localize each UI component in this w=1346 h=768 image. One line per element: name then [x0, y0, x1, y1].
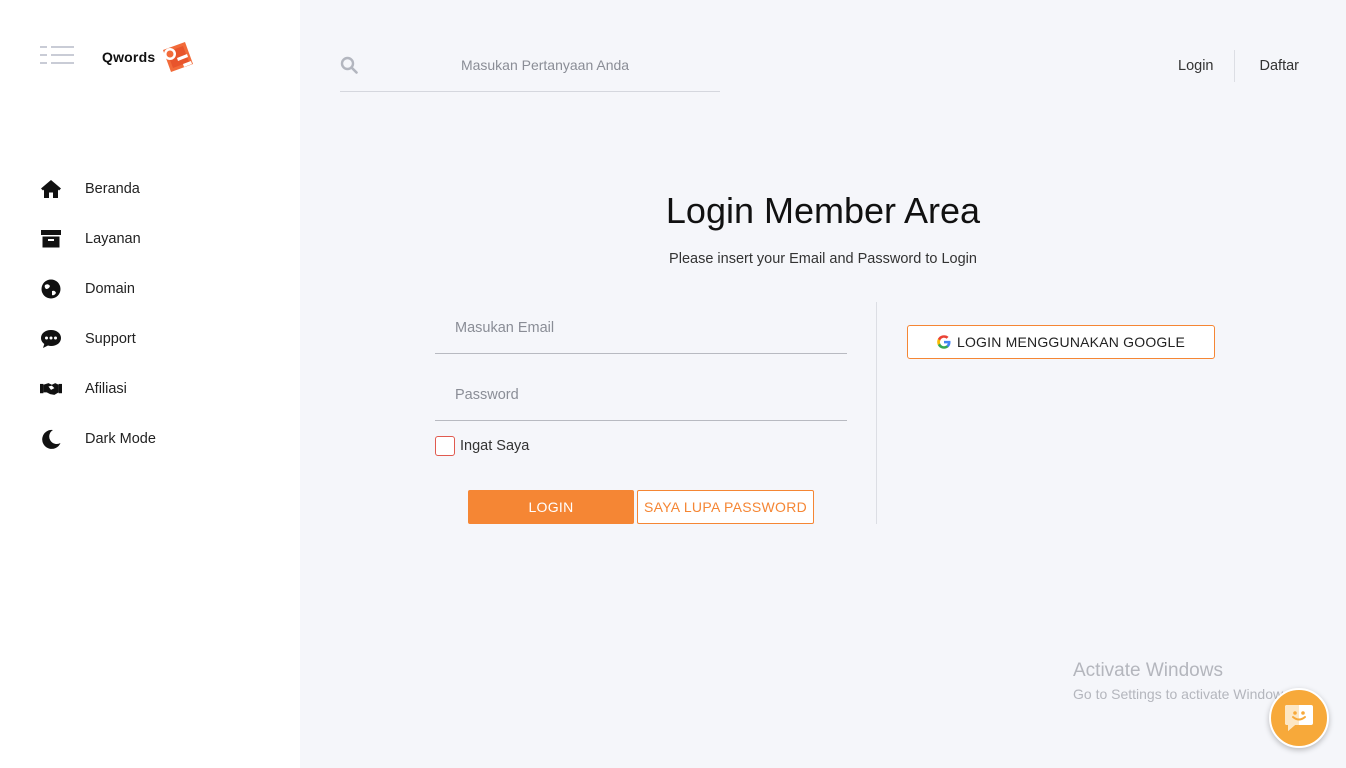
watermark-subtitle: Go to Settings to activate Windows.	[1073, 686, 1294, 702]
brand-logo[interactable]: Qwords	[102, 40, 195, 74]
sidebar-item-label: Domain	[85, 281, 135, 297]
sidebar-nav: Beranda Layanan Domain Support Afiliasi	[40, 164, 156, 464]
sidebar-item-label: Dark Mode	[85, 431, 156, 447]
sidebar-item-label: Beranda	[85, 181, 140, 197]
email-field-wrapper	[435, 302, 847, 354]
globe-icon	[40, 278, 62, 300]
chat-bubble-icon	[40, 328, 62, 350]
handshake-icon	[40, 378, 62, 400]
sidebar-item-label: Layanan	[85, 231, 141, 247]
sidebar-item-afiliasi[interactable]: Afiliasi	[40, 364, 156, 414]
menu-toggle-icon[interactable]	[40, 46, 74, 68]
search-bar	[340, 46, 720, 92]
sidebar: Qwords Beranda Layanan Domain Support Af…	[0, 0, 300, 768]
google-login-label: LOGIN MENGGUNAKAN GOOGLE	[956, 334, 1186, 350]
form-divider	[876, 302, 877, 524]
remember-me-label: Ingat Saya	[460, 438, 530, 454]
forgot-password-button[interactable]: SAYA LUPA PASSWORD	[637, 490, 814, 524]
brand-logo-icon	[163, 42, 194, 72]
sidebar-item-dark-mode[interactable]: Dark Mode	[40, 414, 156, 464]
windows-activation-watermark: Activate Windows Go to Settings to activ…	[1073, 660, 1294, 702]
search-icon[interactable]	[340, 56, 358, 74]
google-login-button[interactable]: LOGIN MENGGUNAKAN GOOGLE	[907, 325, 1215, 359]
sidebar-item-domain[interactable]: Domain	[40, 264, 156, 314]
home-icon	[40, 178, 62, 200]
brand-name: Qwords	[102, 49, 156, 65]
google-icon	[937, 335, 951, 349]
login-link[interactable]: Login	[1178, 58, 1213, 74]
chat-widget-button[interactable]	[1269, 688, 1329, 748]
password-field[interactable]	[435, 369, 847, 420]
remember-me-checkbox[interactable]	[435, 436, 455, 456]
remember-me[interactable]: Ingat Saya	[435, 436, 529, 456]
page-title: Login Member Area	[665, 190, 981, 231]
chat-smile-icon	[1285, 705, 1313, 731]
login-button[interactable]: LOGIN	[468, 490, 634, 524]
sidebar-item-beranda[interactable]: Beranda	[40, 164, 156, 214]
sidebar-item-layanan[interactable]: Layanan	[40, 214, 156, 264]
auth-links: Login Daftar	[1178, 50, 1299, 82]
moon-icon	[40, 428, 62, 450]
page-subtitle: Please insert your Email and Password to…	[669, 251, 977, 267]
archive-box-icon	[40, 228, 62, 250]
sidebar-item-support[interactable]: Support	[40, 314, 156, 364]
sidebar-item-label: Support	[85, 331, 136, 347]
search-input[interactable]	[370, 52, 720, 78]
password-field-wrapper	[435, 369, 847, 421]
email-field[interactable]	[435, 302, 847, 353]
register-link[interactable]: Daftar	[1260, 58, 1300, 74]
auth-divider	[1233, 50, 1235, 82]
sidebar-item-label: Afiliasi	[85, 381, 127, 397]
watermark-title: Activate Windows	[1073, 660, 1223, 681]
